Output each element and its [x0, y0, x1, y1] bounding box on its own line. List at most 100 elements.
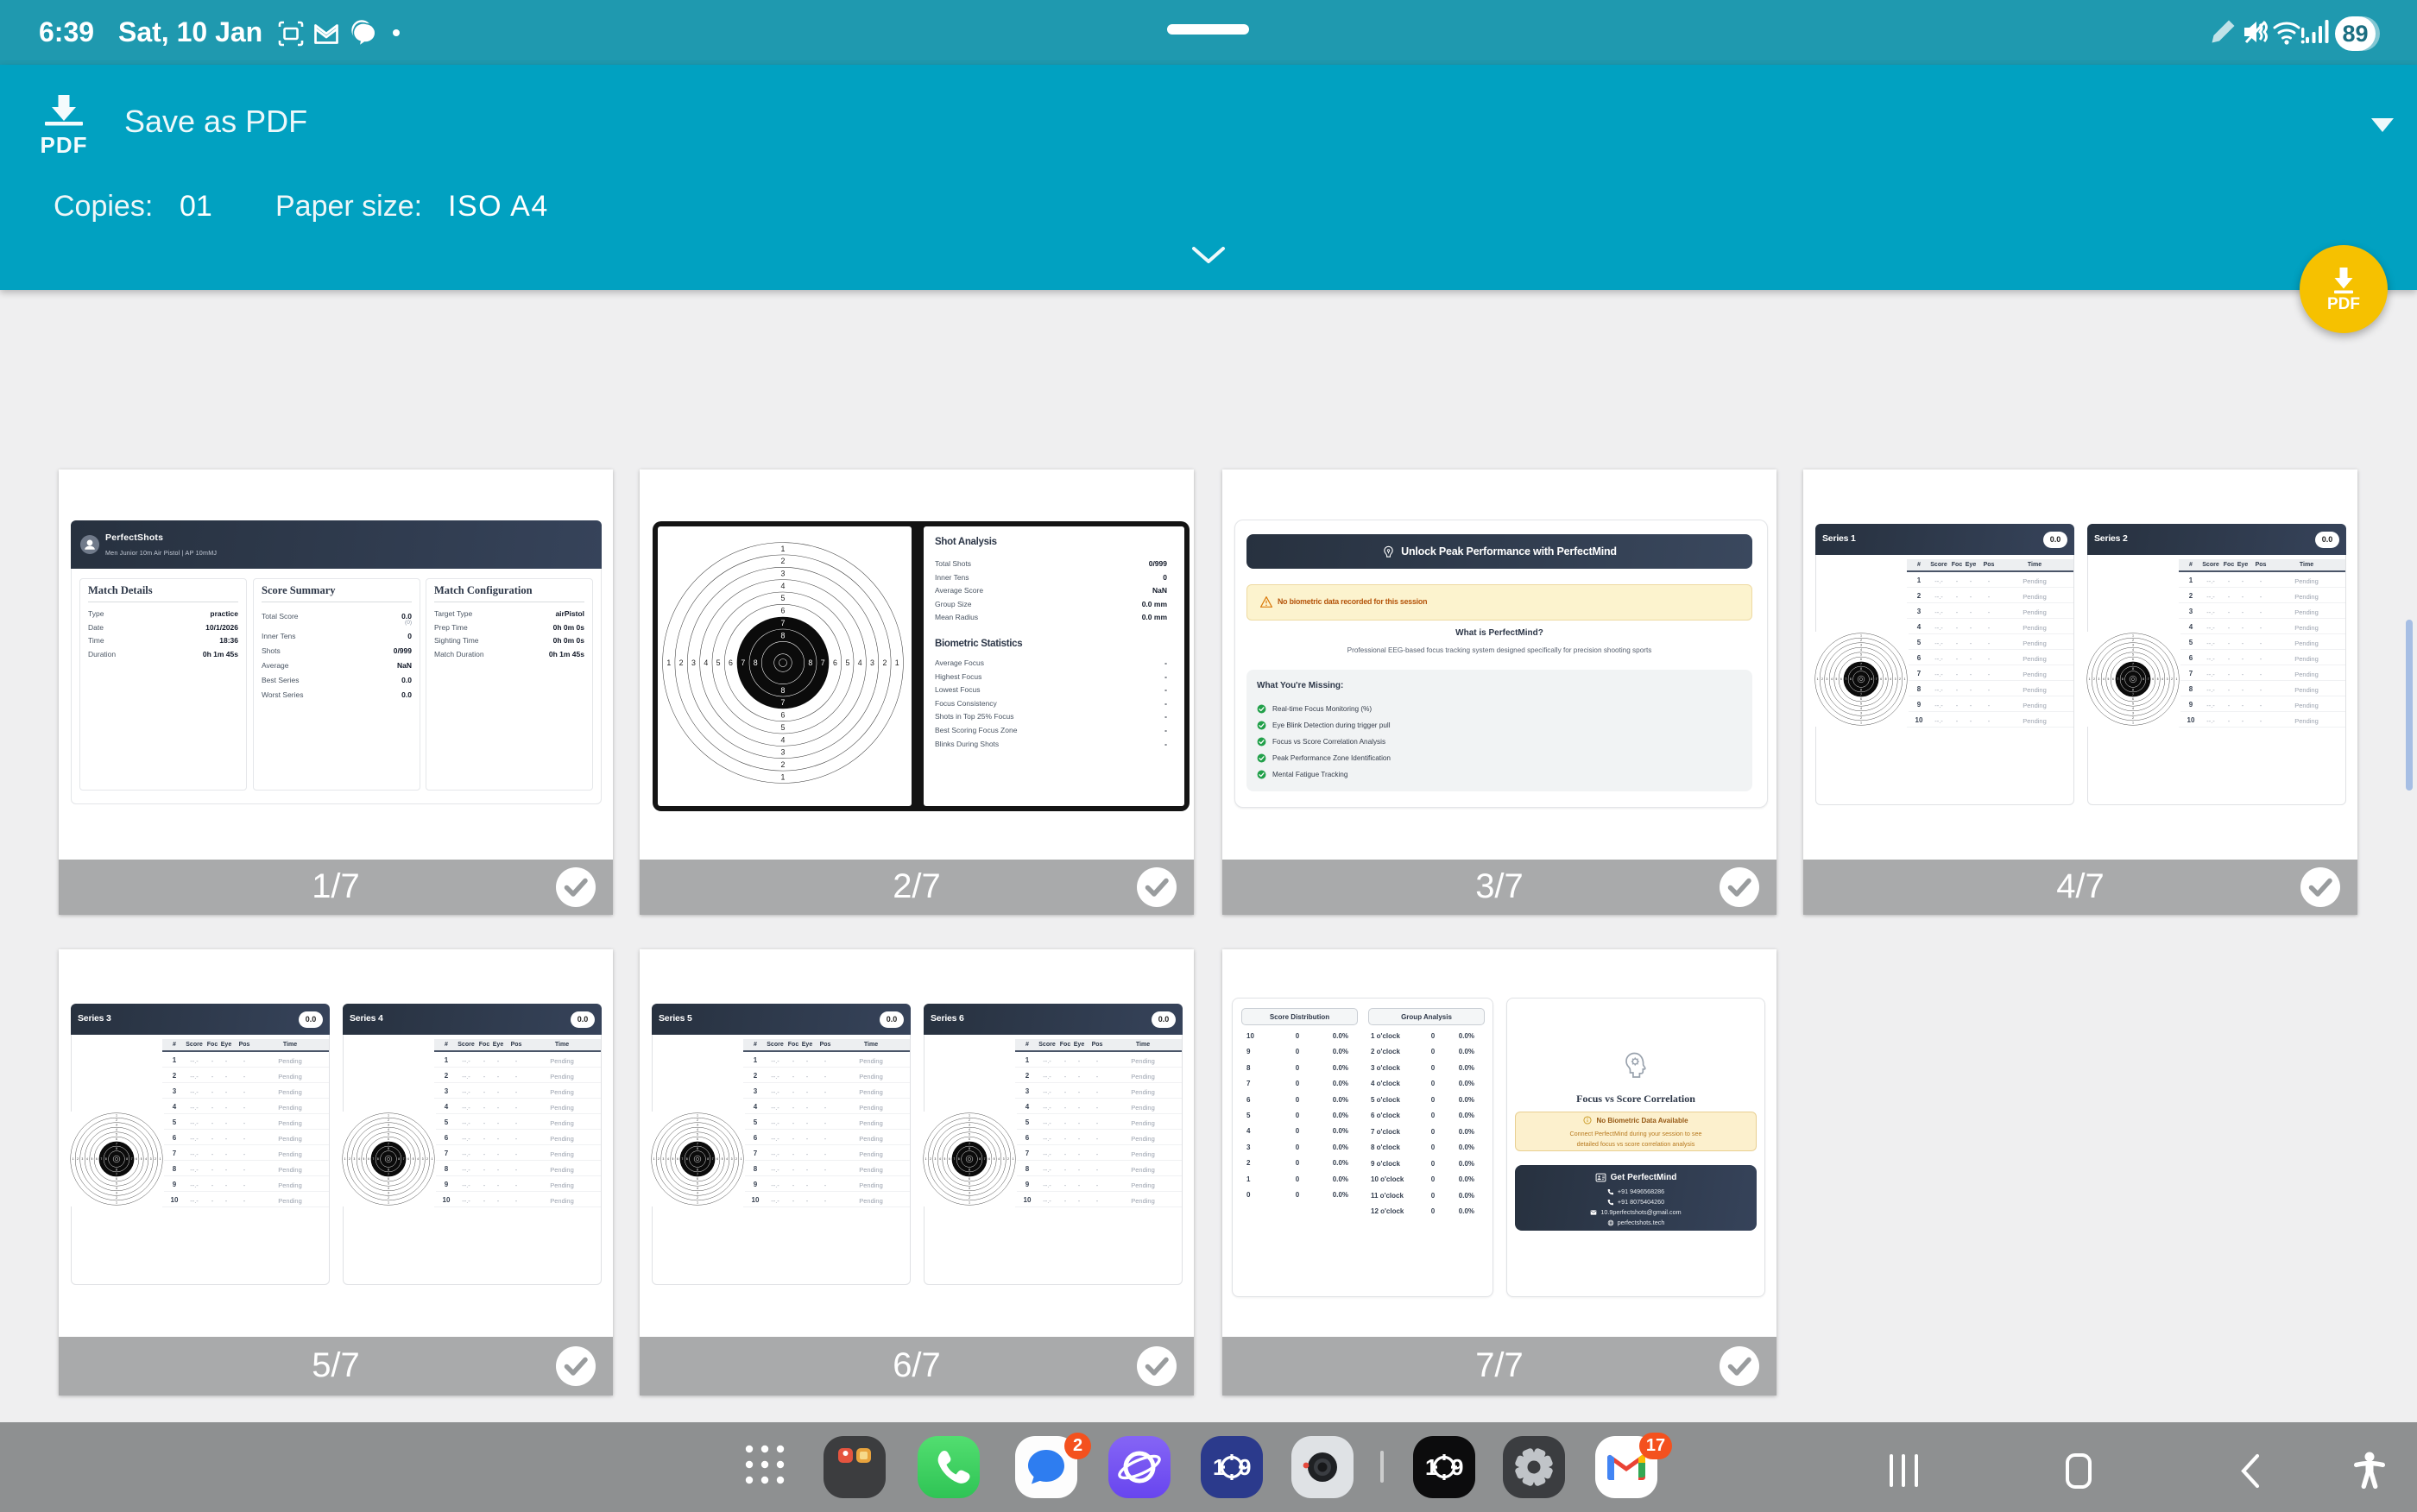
svg-text:1: 1	[116, 1201, 117, 1205]
svg-text:1: 1	[388, 1114, 389, 1118]
svg-text:3: 3	[935, 1157, 937, 1161]
svg-text:6: 6	[2132, 697, 2134, 701]
svg-text:8: 8	[388, 1168, 389, 1171]
svg-text:6: 6	[116, 1177, 117, 1181]
svg-text:4: 4	[116, 1187, 117, 1190]
svg-text:2: 2	[2132, 716, 2134, 720]
svg-text:4: 4	[417, 1157, 419, 1161]
svg-text:4: 4	[969, 1128, 970, 1131]
svg-text:7: 7	[954, 1157, 956, 1161]
svg-text:7: 7	[712, 1157, 714, 1161]
svg-text:7: 7	[969, 1143, 970, 1146]
svg-text:8: 8	[969, 1147, 970, 1150]
svg-text:5: 5	[1860, 653, 1862, 657]
svg-text:1: 1	[1013, 1157, 1014, 1161]
svg-text:8: 8	[697, 1147, 698, 1150]
svg-text:8: 8	[116, 1168, 117, 1171]
svg-text:2: 2	[116, 1118, 117, 1122]
svg-text:5: 5	[413, 1157, 414, 1161]
svg-text:7: 7	[2132, 693, 2134, 696]
svg-text:6: 6	[368, 1157, 369, 1161]
svg-text:6: 6	[2112, 677, 2114, 681]
svg-text:8: 8	[781, 631, 786, 639]
svg-text:5: 5	[1860, 702, 1862, 706]
svg-text:3: 3	[388, 1192, 389, 1195]
svg-text:3: 3	[2167, 677, 2168, 681]
svg-text:1: 1	[116, 1114, 117, 1118]
svg-text:5: 5	[994, 1157, 995, 1161]
svg-text:3: 3	[1003, 1157, 1005, 1161]
svg-text:4: 4	[781, 735, 786, 744]
svg-text:4: 4	[1831, 677, 1833, 681]
svg-text:1: 1	[925, 1157, 927, 1161]
svg-text:PDF: PDF	[2327, 295, 2360, 313]
svg-text:6: 6	[781, 607, 786, 615]
svg-text:4: 4	[1890, 677, 1891, 681]
svg-text:5: 5	[2157, 677, 2159, 681]
svg-text:4: 4	[358, 1157, 360, 1161]
svg-text:4: 4	[939, 1157, 941, 1161]
svg-text:1: 1	[2132, 634, 2134, 638]
svg-text:6: 6	[96, 1157, 98, 1161]
svg-text:6: 6	[1880, 677, 1882, 681]
svg-text:8: 8	[398, 1157, 400, 1161]
svg-text:2: 2	[388, 1196, 389, 1200]
svg-text:4: 4	[1860, 707, 1862, 710]
svg-text:3: 3	[1895, 677, 1896, 681]
svg-text:6: 6	[388, 1137, 389, 1141]
svg-text:8: 8	[105, 1157, 107, 1161]
svg-text:2: 2	[349, 1157, 350, 1161]
svg-text:4: 4	[697, 1187, 698, 1190]
svg-text:4: 4	[388, 1187, 389, 1190]
svg-text:8: 8	[707, 1157, 709, 1161]
svg-text:5: 5	[781, 723, 786, 732]
svg-text:6: 6	[2152, 677, 2154, 681]
svg-text:5: 5	[716, 658, 721, 667]
svg-text:7: 7	[1860, 663, 1862, 666]
svg-text:8: 8	[969, 1168, 970, 1171]
svg-text:5: 5	[697, 1133, 698, 1137]
svg-text:2: 2	[781, 557, 786, 565]
svg-text:6: 6	[1860, 658, 1862, 661]
svg-text:5: 5	[1885, 677, 1887, 681]
svg-text:8: 8	[377, 1157, 379, 1161]
svg-text:2: 2	[679, 658, 684, 667]
svg-text:1: 1	[1425, 1454, 1437, 1480]
svg-text:6: 6	[407, 1157, 409, 1161]
svg-text:4: 4	[781, 582, 786, 590]
svg-text:7: 7	[682, 1157, 684, 1161]
svg-text:5: 5	[1836, 677, 1838, 681]
svg-text:1: 1	[1860, 634, 1862, 638]
svg-text:4: 4	[1860, 648, 1862, 652]
svg-text:5: 5	[944, 1157, 946, 1161]
svg-text:3: 3	[2132, 712, 2134, 715]
svg-text:2: 2	[1007, 1157, 1009, 1161]
svg-text:3: 3	[1827, 677, 1828, 681]
svg-text:3: 3	[388, 1124, 389, 1127]
svg-text:5: 5	[363, 1157, 365, 1161]
svg-text:1: 1	[697, 1114, 698, 1118]
svg-text:3: 3	[1860, 644, 1862, 647]
svg-text:2: 2	[1899, 677, 1901, 681]
svg-text:7: 7	[741, 658, 745, 667]
svg-text:2: 2	[1860, 716, 1862, 720]
svg-text:5: 5	[141, 1157, 142, 1161]
svg-text:1: 1	[2176, 677, 2178, 681]
svg-text:8: 8	[1871, 677, 1872, 681]
svg-text:1: 1	[1904, 677, 1906, 681]
svg-text:2: 2	[77, 1157, 79, 1161]
svg-text:7: 7	[373, 1157, 375, 1161]
svg-text:6: 6	[781, 711, 786, 720]
svg-text:2: 2	[735, 1157, 737, 1161]
svg-text:8: 8	[1850, 677, 1852, 681]
svg-text:5: 5	[781, 594, 786, 602]
svg-text:5: 5	[388, 1133, 389, 1137]
svg-text:2: 2	[1821, 677, 1823, 681]
svg-text:4: 4	[2132, 648, 2134, 652]
svg-text:7: 7	[116, 1143, 117, 1146]
svg-text:6: 6	[833, 658, 837, 667]
svg-text:3: 3	[731, 1157, 733, 1161]
svg-text:7: 7	[781, 698, 786, 707]
svg-text:1: 1	[388, 1201, 389, 1205]
svg-text:8: 8	[2132, 667, 2134, 671]
